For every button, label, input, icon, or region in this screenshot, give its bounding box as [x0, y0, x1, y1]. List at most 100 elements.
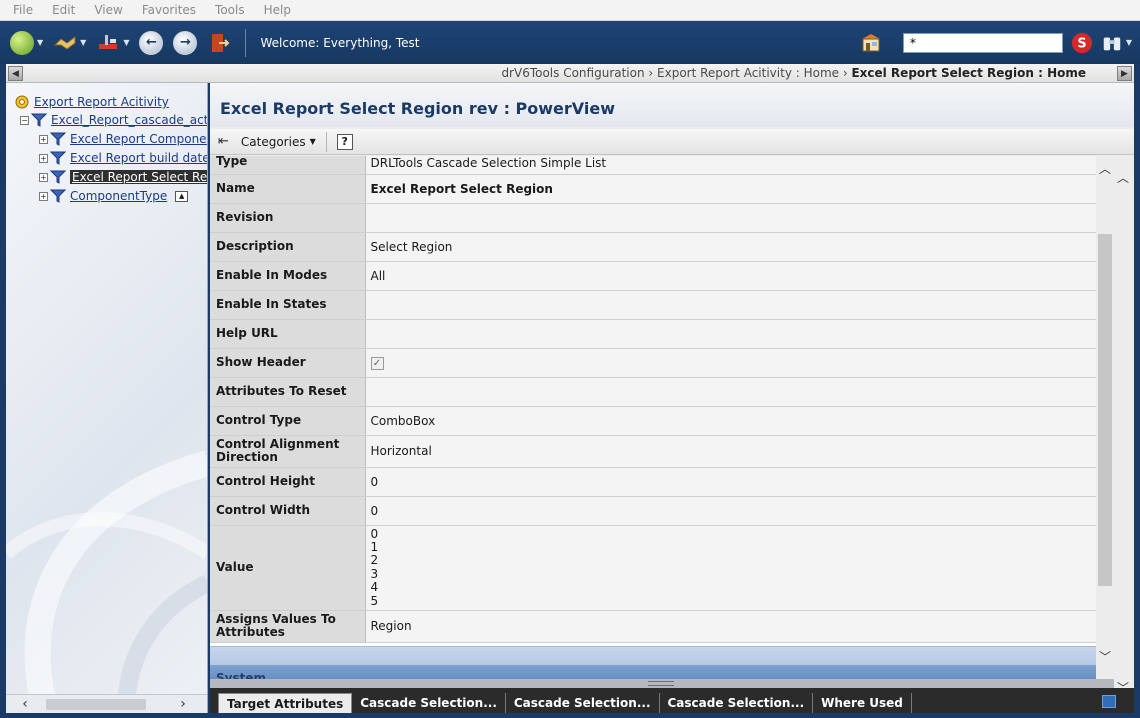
property-value[interactable]: Select Region	[365, 232, 1096, 262]
tree-child-link[interactable]: Excel_Report_cascade_act	[51, 113, 207, 127]
categories-dropdown[interactable]: Categories ▼	[241, 135, 316, 149]
logout-button[interactable]	[207, 31, 231, 55]
tools-menu-button[interactable]: ▼	[96, 31, 129, 55]
chevron-up-icon[interactable]: ︿	[1096, 160, 1114, 177]
chevron-left-icon: ◀	[12, 68, 19, 79]
chevron-down-icon: ▼	[37, 38, 44, 47]
expand-right-button[interactable]: ▶	[1117, 66, 1132, 81]
forward-button[interactable]: →	[173, 30, 198, 55]
chevron-down-icon[interactable]: ﹀	[1096, 648, 1114, 665]
property-value[interactable]	[365, 319, 1096, 349]
properties-vertical-scrollbar[interactable]: ︿ ﹀	[1096, 156, 1114, 679]
expand-toggle-icon[interactable]: +	[39, 172, 48, 182]
tree-item: + ComponentType ▲	[39, 187, 189, 205]
actions-menu-button[interactable]: ▼	[53, 31, 86, 55]
breadcrumb-path[interactable]: drV6Tools Configuration › Export Report …	[501, 66, 851, 80]
tree-horizontal-scrollbar[interactable]: ‹ ›	[6, 694, 207, 713]
property-label: Control Type	[210, 406, 366, 436]
handshake-icon	[53, 35, 76, 50]
collapse-panel-button[interactable]: ⇤	[218, 134, 229, 149]
menu-tools[interactable]: Tools	[215, 3, 245, 17]
show-header-checkbox[interactable]: ✓	[370, 357, 384, 370]
arrow-left-icon: ←	[139, 30, 164, 55]
menu-view[interactable]: View	[94, 3, 122, 17]
expand-toggle-icon[interactable]: +	[39, 134, 48, 144]
store-icon[interactable]	[859, 31, 883, 55]
chevron-right-icon[interactable]: ›	[174, 696, 192, 712]
scrollbar-thumb[interactable]	[46, 699, 146, 710]
back-button[interactable]: ←	[139, 30, 164, 55]
property-value[interactable]: Horizontal	[365, 435, 1096, 468]
tree-item-link[interactable]: Excel Report Select Rec	[70, 170, 207, 184]
tab-cascade-selection-2[interactable]: Cascade Selection...	[506, 693, 660, 713]
chevron-down-icon[interactable]: ▼	[1126, 38, 1132, 47]
property-value[interactable]	[365, 203, 1096, 233]
collapse-toggle-icon[interactable]: −	[20, 115, 29, 125]
tab-target-attributes[interactable]: Target Attributes	[218, 693, 353, 713]
panel-splitter[interactable]	[210, 679, 1114, 688]
menu-file[interactable]: File	[13, 3, 33, 17]
tab-where-used[interactable]: Where Used	[813, 693, 912, 713]
property-value[interactable]	[365, 377, 1096, 407]
property-row: Description Select Region	[210, 232, 1096, 262]
chevron-left-icon[interactable]: ‹	[16, 696, 34, 712]
property-value-list[interactable]: 0 1 2 3 4 5	[365, 525, 1096, 611]
arrow-right-icon: →	[173, 30, 198, 55]
chevron-right-icon: ▶	[1121, 68, 1128, 79]
menu-favorites[interactable]: Favorites	[142, 3, 196, 17]
tree-item-link[interactable]: Excel Report Componer	[70, 132, 207, 146]
expand-toggle-icon[interactable]: +	[39, 153, 48, 163]
collapse-left-icon: ⇤	[218, 134, 229, 149]
properties-panel: Type DRLTools Cascade Selection Simple L…	[210, 156, 1096, 679]
chevron-up-icon[interactable]: ▲	[175, 190, 189, 202]
search-input[interactable]	[902, 32, 1063, 53]
property-label: Attributes To Reset	[210, 377, 366, 407]
tree-item: + Excel Report build date	[39, 149, 207, 167]
funnel-node-icon	[50, 132, 66, 146]
search-brand-icon[interactable]: S	[1071, 32, 1093, 54]
property-value: ✓	[365, 348, 1096, 378]
menu-help[interactable]: Help	[264, 3, 291, 17]
home-menu-button[interactable]: ▼	[10, 30, 44, 55]
property-label: Description	[210, 232, 366, 262]
help-button[interactable]: ?	[336, 133, 353, 150]
scrollbar-thumb[interactable]	[1098, 234, 1112, 586]
property-value[interactable]: 0	[365, 467, 1096, 497]
tree-item-link[interactable]: ComponentType	[70, 189, 167, 203]
property-row: Name Excel Report Select Region	[210, 174, 1096, 204]
chevron-down-icon: ▼	[309, 137, 316, 146]
funnel-node-icon	[50, 151, 66, 165]
tree-item: + Excel Report Componer	[39, 130, 207, 148]
property-value[interactable]	[365, 290, 1096, 320]
value-item: 2	[370, 553, 379, 568]
property-label: Type	[210, 156, 366, 175]
tree-root-link[interactable]: Export Report Acitivity	[34, 95, 169, 109]
property-value[interactable]: All	[365, 261, 1096, 291]
property-label: Control Width	[210, 496, 366, 526]
menu-edit[interactable]: Edit	[52, 3, 75, 17]
tree-item-link[interactable]: Excel Report build date	[70, 151, 207, 165]
property-row: Revision	[210, 203, 1096, 233]
system-section-header[interactable]: System	[210, 646, 1096, 679]
panel-toggle-icon[interactable]	[1102, 695, 1116, 708]
collapse-left-button[interactable]: ◀	[8, 66, 23, 81]
property-row: Control Alignment Direction Horizontal	[210, 435, 1096, 468]
tree-root: Export Report Acitivity	[14, 93, 169, 111]
value-item: 1	[370, 539, 379, 554]
property-label: Control Alignment Direction	[210, 435, 366, 468]
expand-toggle-icon[interactable]: +	[39, 191, 48, 201]
property-value[interactable]: Region	[365, 610, 1096, 643]
property-value[interactable]: Excel Report Select Region	[365, 174, 1096, 204]
binoculars-icon[interactable]	[1101, 32, 1123, 54]
svg-text:S: S	[1077, 36, 1086, 51]
tools-icon	[99, 34, 118, 49]
property-label: Control Height	[210, 467, 366, 497]
main-panel: Excel Report Select Region rev : PowerVi…	[210, 83, 1134, 713]
property-label: Show Header	[210, 348, 366, 378]
property-label: Enable In States	[210, 290, 366, 320]
property-value[interactable]: ComboBox	[365, 406, 1096, 436]
tab-cascade-selection-1[interactable]: Cascade Selection...	[352, 693, 506, 713]
property-value[interactable]: 0	[365, 496, 1096, 526]
page-scroll-up-icon[interactable]: ︿	[1114, 169, 1132, 186]
tab-cascade-selection-3[interactable]: Cascade Selection...	[660, 693, 814, 713]
